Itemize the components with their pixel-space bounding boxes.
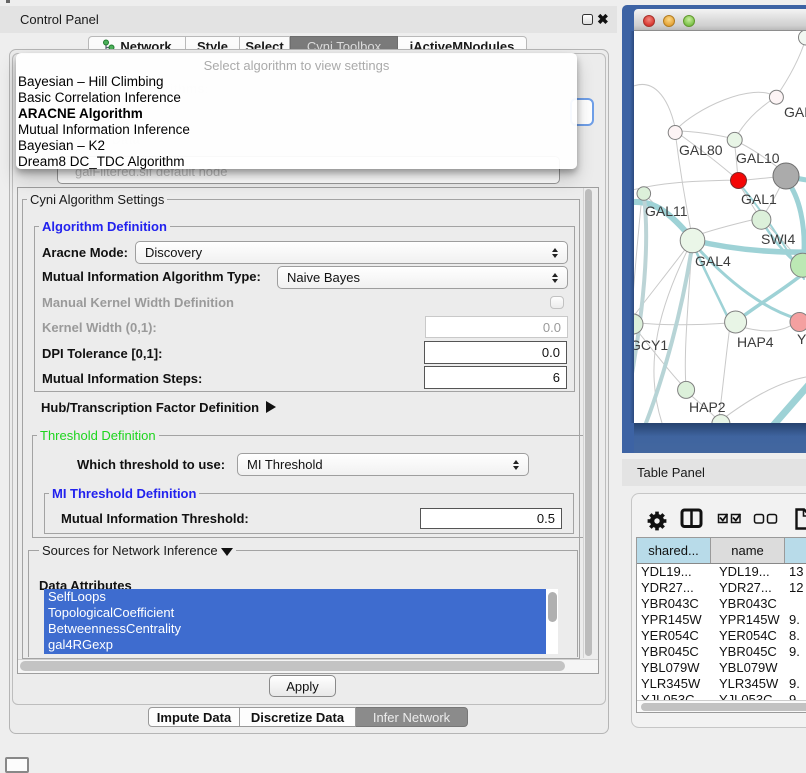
- svg-text:Y: Y: [797, 331, 806, 347]
- svg-text:HAP4: HAP4: [737, 334, 774, 350]
- svg-text:GAL: GAL: [784, 104, 806, 120]
- svg-text:SWI4: SWI4: [761, 231, 795, 247]
- svg-text:GAL80: GAL80: [679, 142, 723, 158]
- svg-text:GAL11: GAL11: [645, 203, 688, 219]
- svg-text:GAL10: GAL10: [736, 150, 780, 166]
- svg-text:GAL1: GAL1: [741, 191, 777, 207]
- svg-text:HAP2: HAP2: [689, 399, 726, 415]
- svg-text:GAL4: GAL4: [695, 253, 731, 269]
- svg-text:GCY1: GCY1: [634, 337, 668, 353]
